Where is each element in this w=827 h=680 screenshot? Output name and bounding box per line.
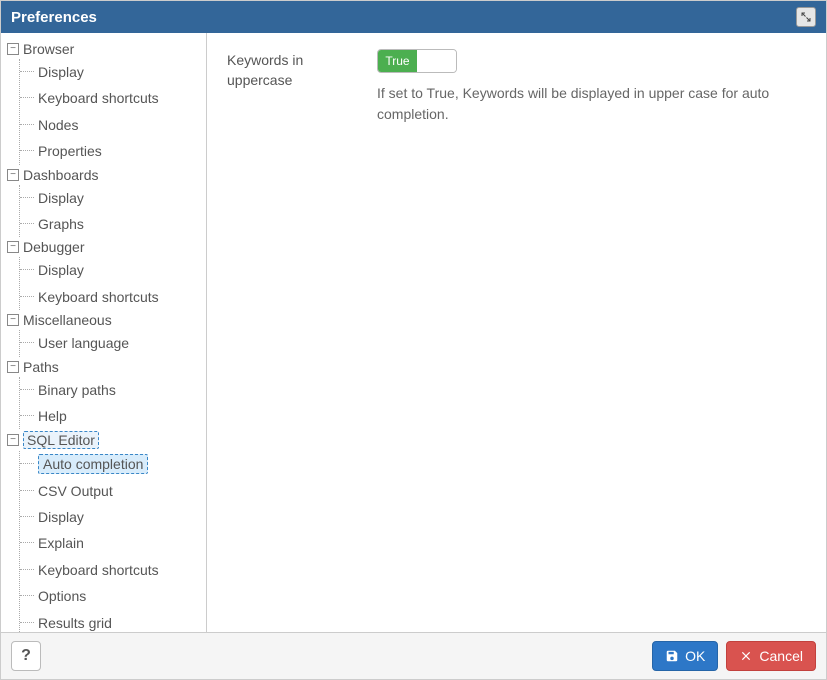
setting-value: True If set to True, Keywords will be di… <box>377 49 806 125</box>
tree-child[interactable]: Explain <box>20 530 202 556</box>
help-button[interactable]: ? <box>11 641 41 671</box>
keywords-uppercase-toggle[interactable]: True <box>377 49 457 73</box>
tree-child[interactable]: Keyboard shortcuts <box>20 85 202 111</box>
setting-label: Keywords in uppercase <box>227 49 347 90</box>
tree-child-label: Properties <box>38 143 102 159</box>
tree-parent-label: SQL Editor <box>23 431 99 449</box>
setting-help-text: If set to True, Keywords will be display… <box>377 83 806 125</box>
tree-child-label: Help <box>38 408 67 424</box>
tree-child[interactable]: Keyboard shortcuts <box>20 284 202 310</box>
titlebar: Preferences <box>1 1 826 33</box>
tree-child-label: Results grid <box>38 615 112 631</box>
tree-child[interactable]: Graphs <box>20 211 202 237</box>
cancel-label: Cancel <box>759 648 803 664</box>
save-icon <box>665 649 679 663</box>
collapse-icon[interactable]: − <box>7 43 19 55</box>
tree-child-label: Display <box>38 509 84 525</box>
tree-child-label: User language <box>38 335 129 351</box>
tree-child-label: CSV Output <box>38 483 113 499</box>
tree-child[interactable]: Display <box>20 257 202 283</box>
tree-child-label: Display <box>38 64 84 80</box>
footer-buttons: OK Cancel <box>652 641 816 671</box>
tree-child-label: Keyboard shortcuts <box>38 90 159 106</box>
tree-parent[interactable]: −Paths <box>5 357 202 377</box>
tree-parent[interactable]: −Debugger <box>5 237 202 257</box>
tree-parent-label: Miscellaneous <box>23 312 112 328</box>
ok-button[interactable]: OK <box>652 641 718 671</box>
tree-child-label: Options <box>38 588 86 604</box>
tree-child[interactable]: Display <box>20 185 202 211</box>
window-title: Preferences <box>11 9 97 26</box>
tree-child[interactable]: Auto completion <box>20 451 202 477</box>
tree-child[interactable]: Help <box>20 403 202 429</box>
tree-child[interactable]: Binary paths <box>20 377 202 403</box>
preferences-tree: −BrowserDisplayKeyboard shortcutsNodesPr… <box>1 33 207 632</box>
toggle-off-side <box>417 50 456 72</box>
tree-child-label: Graphs <box>38 216 84 232</box>
setting-row: Keywords in uppercase True If set to Tru… <box>227 49 806 125</box>
tree-parent[interactable]: −SQL Editor <box>5 429 202 451</box>
close-icon <box>739 649 753 663</box>
tree-child[interactable]: Results grid <box>20 610 202 632</box>
ok-label: OK <box>685 648 705 664</box>
tree-parent[interactable]: −Dashboards <box>5 165 202 185</box>
tree-child-label: Keyboard shortcuts <box>38 562 159 578</box>
content-panel: Keywords in uppercase True If set to Tru… <box>207 33 826 632</box>
tree-child[interactable]: Nodes <box>20 112 202 138</box>
tree-child-label: Keyboard shortcuts <box>38 289 159 305</box>
tree-child-label: Display <box>38 190 84 206</box>
tree-parent-label: Paths <box>23 359 59 375</box>
collapse-icon[interactable]: − <box>7 434 19 446</box>
collapse-icon[interactable]: − <box>7 241 19 253</box>
body-area: −BrowserDisplayKeyboard shortcutsNodesPr… <box>1 33 826 633</box>
collapse-icon[interactable]: − <box>7 361 19 373</box>
maximize-button[interactable] <box>796 7 816 27</box>
tree-child[interactable]: Properties <box>20 138 202 164</box>
tree-child-label: Nodes <box>38 117 78 133</box>
tree-child[interactable]: Options <box>20 583 202 609</box>
collapse-icon[interactable]: − <box>7 169 19 181</box>
tree-child-label: Display <box>38 262 84 278</box>
tree-child[interactable]: CSV Output <box>20 478 202 504</box>
tree-child-label: Auto completion <box>38 454 148 474</box>
tree-parent[interactable]: −Miscellaneous <box>5 310 202 330</box>
expand-icon <box>800 11 812 23</box>
tree-parent-label: Dashboards <box>23 167 99 183</box>
tree-parent-label: Browser <box>23 41 74 57</box>
tree-child-label: Binary paths <box>38 382 116 398</box>
tree-child-label: Explain <box>38 535 84 551</box>
footer: ? OK Cancel <box>1 633 826 679</box>
cancel-button[interactable]: Cancel <box>726 641 816 671</box>
tree-child[interactable]: Display <box>20 59 202 85</box>
tree-child[interactable]: User language <box>20 330 202 356</box>
tree-child[interactable]: Display <box>20 504 202 530</box>
toggle-on-label: True <box>378 50 417 72</box>
collapse-icon[interactable]: − <box>7 314 19 326</box>
tree-parent-label: Debugger <box>23 239 85 255</box>
tree-parent[interactable]: −Browser <box>5 39 202 59</box>
tree-child[interactable]: Keyboard shortcuts <box>20 557 202 583</box>
